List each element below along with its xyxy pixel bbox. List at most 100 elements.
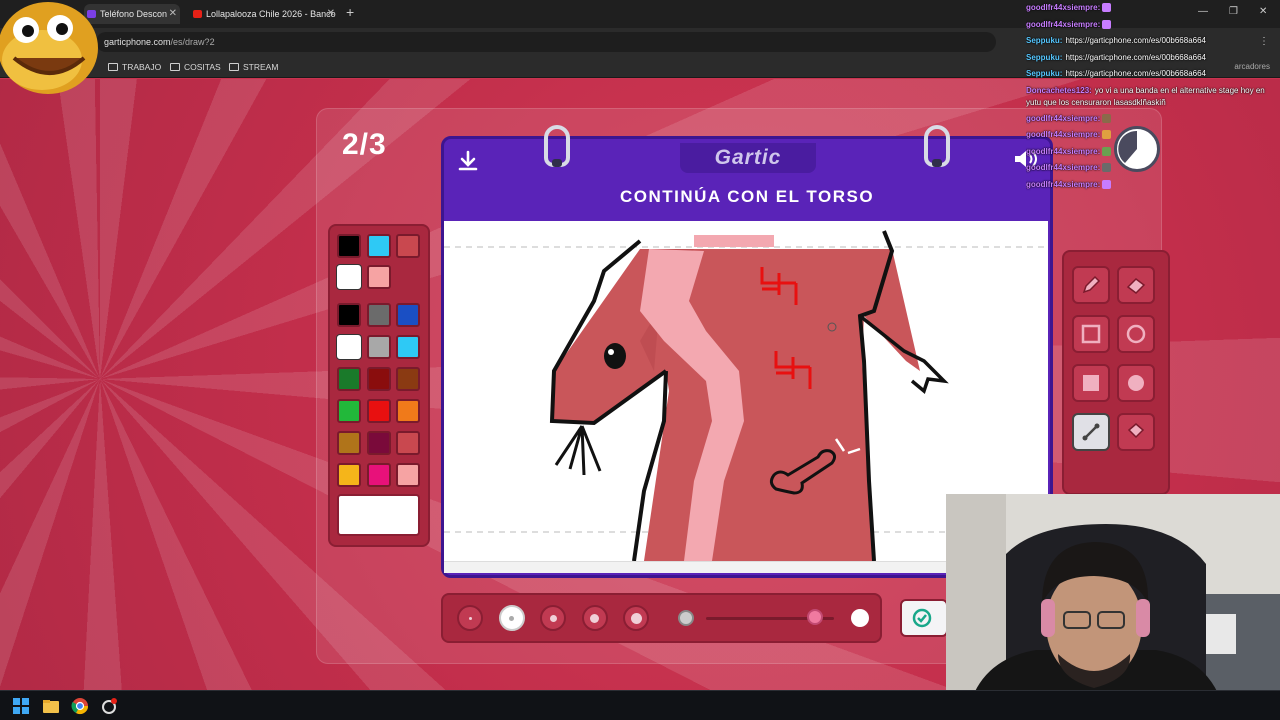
url-host: garticphone.com: [104, 37, 171, 47]
emote-overlay: [0, 0, 104, 100]
color-swatch[interactable]: [396, 335, 420, 359]
folder-icon: [170, 63, 180, 71]
file-explorer-icon[interactable]: [42, 697, 60, 715]
color-swatch[interactable]: [366, 367, 391, 391]
color-swatch[interactable]: [337, 399, 361, 423]
color-swatch[interactable]: [396, 234, 420, 258]
brush-size-option[interactable]: [457, 605, 483, 631]
app-icon[interactable]: [100, 697, 118, 715]
opacity-max-icon: [851, 609, 869, 627]
windows-start-icon[interactable]: [12, 697, 30, 715]
brush-size-dot: [549, 614, 557, 622]
chat-message: goodlfr44xsiempre:: [1026, 17, 1280, 34]
ellipse-filled-icon: [1128, 375, 1144, 391]
bookmark-cositas[interactable]: COSITAS: [170, 60, 221, 74]
chat-emote-icon: [1102, 163, 1112, 173]
pencil-tool-button[interactable]: [1072, 266, 1110, 304]
bucket-tool-button[interactable]: [1117, 413, 1155, 451]
brush-size-dot: [630, 612, 642, 624]
color-swatch[interactable]: [366, 303, 391, 327]
pencil-icon: [1082, 275, 1101, 294]
opacity-min-icon: [678, 610, 694, 626]
chat-username: goodlfr44xsiempre:: [1026, 179, 1101, 189]
brush-size-option[interactable]: [540, 605, 566, 631]
color-swatch[interactable]: [337, 234, 361, 258]
color-swatch[interactable]: [366, 431, 391, 455]
logo-plate: Gartic: [680, 143, 816, 173]
check-icon: [912, 608, 932, 628]
color-swatch[interactable]: [337, 431, 361, 455]
chat-text: https://garticphone.com/es/00b668a664: [1065, 69, 1206, 78]
instruction-text: CONTINÚA CON EL TORSO: [619, 187, 875, 206]
line-tool-button[interactable]: [1072, 413, 1110, 451]
color-swatch[interactable]: [396, 463, 420, 487]
bookmark-label: STREAM: [243, 62, 279, 72]
chat-text: https://garticphone.com/es/00b668a664: [1065, 36, 1206, 45]
chat-emote-icon: [1102, 130, 1112, 140]
tab-youtube[interactable]: Lollapalooza Chile 2026 - Banco ✕: [190, 4, 338, 24]
color-swatch[interactable]: [366, 399, 391, 423]
url-path: /es/draw?2: [170, 37, 215, 47]
line-icon: [1082, 423, 1100, 441]
rectangle-filled-tool-button[interactable]: [1072, 364, 1110, 402]
color-swatch[interactable]: [366, 335, 391, 359]
color-swatch[interactable]: [367, 265, 391, 289]
chat-message: Doncachetes123: yo vi a una banda en el a…: [1026, 83, 1280, 111]
color-swatch[interactable]: [396, 367, 420, 391]
brush-size-option[interactable]: [498, 605, 525, 631]
webcam-overlay: [946, 494, 1280, 720]
stream-chat: goodlfr44xsiempre: goodlfr44xsiempre: Sepp…: [1026, 0, 1280, 190]
rectangle-outline-tool-button[interactable]: [1072, 315, 1110, 353]
binder-ring-left: [544, 125, 570, 167]
opacity-slider-handle[interactable]: [806, 609, 823, 625]
chat-username: Seppuku:: [1026, 36, 1063, 45]
color-swatch[interactable]: [396, 431, 420, 455]
chat-emote-icon: [1102, 19, 1112, 29]
bucket-icon: [1127, 423, 1145, 439]
color-swatch[interactable]: [337, 367, 361, 391]
chat-emote-icon: [1102, 146, 1112, 156]
brush-size-option[interactable]: [581, 605, 608, 631]
chat-emote-icon: [1102, 113, 1112, 123]
color-swatch[interactable]: [337, 265, 361, 289]
current-color-preview: [337, 494, 420, 536]
bookmark-trabajo[interactable]: TRABAJO: [108, 60, 161, 74]
close-tab-icon[interactable]: ✕: [169, 4, 177, 24]
color-swatch[interactable]: [337, 303, 361, 327]
chrome-icon[interactable]: [71, 697, 89, 715]
brush-size-dot: [590, 613, 599, 623]
eraser-icon: [1126, 278, 1146, 294]
bookmark-label: COSITAS: [184, 62, 221, 72]
tab-label: Teléfono Descon: [100, 9, 168, 19]
color-swatch[interactable]: [366, 463, 391, 487]
color-swatch[interactable]: [337, 335, 361, 359]
color-swatch[interactable]: [396, 399, 420, 423]
chat-message: goodlfr44xsiempre:: [1026, 144, 1280, 161]
eraser-tool-button[interactable]: [1117, 266, 1155, 304]
chat-username: goodlfr44xsiempre:: [1026, 113, 1101, 123]
new-tab-icon[interactable]: +: [346, 4, 354, 20]
chat-message: goodlfr44xsiempre:: [1026, 160, 1280, 177]
close-tab-icon[interactable]: ✕: [327, 4, 335, 24]
bookmark-stream[interactable]: STREAM: [229, 60, 278, 74]
ellipse-filled-tool-button[interactable]: [1117, 364, 1155, 402]
color-swatch[interactable]: [337, 463, 361, 487]
color-swatch[interactable]: [396, 303, 420, 327]
download-icon[interactable]: [456, 149, 480, 173]
chat-message: goodlfr44xsiempre:: [1026, 127, 1280, 144]
chat-message: goodlfr44xsiempre:: [1026, 177, 1280, 194]
chat-username: goodlfr44xsiempre:: [1026, 3, 1101, 12]
brush-size-option[interactable]: [623, 605, 649, 631]
chat-message: Seppuku: https://garticphone.com/es/00b66…: [1026, 33, 1280, 50]
done-button[interactable]: [900, 599, 948, 637]
chat-message: Seppuku: https://garticphone.com/es/00b66…: [1026, 66, 1280, 83]
youtube-favicon-icon: [193, 10, 202, 18]
rectangle-filled-icon: [1083, 375, 1099, 391]
chat-username: goodlfr44xsiempre:: [1026, 163, 1101, 172]
chat-text: https://garticphone.com/es/00b668a664: [1065, 52, 1206, 62]
url-field[interactable]: garticphone.com/es/draw?2: [96, 32, 996, 52]
chat-username: Seppuku:: [1026, 69, 1063, 78]
ellipse-outline-tool-button[interactable]: [1117, 315, 1155, 353]
board-header: Gartic CONTINÚA CON EL TORSO: [444, 125, 1050, 221]
color-swatch[interactable]: [367, 234, 391, 258]
